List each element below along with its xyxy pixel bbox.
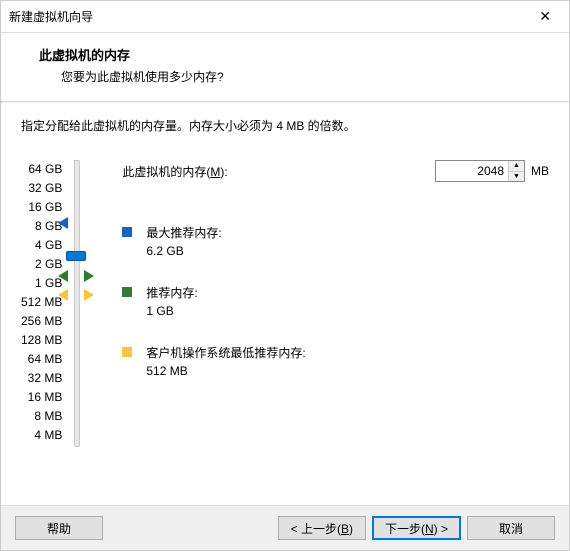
slider-tick: 16 GB [21,198,62,217]
memory-input[interactable] [436,161,508,181]
slider-tick-labels: 64 GB32 GB16 GB8 GB4 GB2 GB1 GB512 MB256… [21,160,62,445]
min-marker-icon [58,289,68,301]
help-button[interactable]: 帮助 [15,516,103,540]
memory-label: 此虚拟机的内存(M): [122,163,435,180]
legend-rec: 推荐内存: 1 GB [122,284,549,320]
instruction-text: 指定分配给此虚拟机的内存量。内存大小必须为 4 MB 的倍数。 [21,117,549,134]
rec-marker-icon [58,270,68,282]
memory-slider[interactable] [68,160,84,445]
slider-tick: 4 GB [21,236,62,255]
back-button[interactable]: < 上一步(B) [278,516,366,540]
memory-unit: MB [531,164,549,178]
slider-tick: 64 MB [21,350,62,369]
slider-thumb[interactable] [66,251,86,261]
legend-max-value: 6.2 GB [146,242,221,260]
legend-max: 最大推荐内存: 6.2 GB [122,224,549,260]
memory-spinner[interactable]: ▲ ▼ [435,160,525,182]
min-marker-right-icon [84,289,94,301]
square-green-icon [122,287,132,297]
close-icon[interactable]: ✕ [533,8,557,25]
wizard-body: 指定分配给此虚拟机的内存量。内存大小必须为 4 MB 的倍数。 64 GB32 … [1,103,569,445]
slider-tick: 4 MB [21,426,62,445]
square-yellow-icon [122,347,132,357]
spinner-up-icon[interactable]: ▲ [509,161,524,172]
legend-min-value: 512 MB [146,362,305,380]
memory-input-row: 此虚拟机的内存(M): ▲ ▼ MB [122,160,549,182]
slider-tick: 128 MB [21,331,62,350]
spinner-down-icon[interactable]: ▼ [509,172,524,182]
slider-tick: 8 GB [21,217,62,236]
slider-tick: 2 GB [21,255,62,274]
slider-tick: 512 MB [21,293,62,312]
slider-tick: 8 MB [21,407,62,426]
legend-rec-value: 1 GB [146,302,197,320]
legend-max-label: 最大推荐内存: [146,226,221,240]
titlebar: 新建虚拟机向导 ✕ [1,1,569,33]
slider-tick: 256 MB [21,312,62,331]
slider-tick: 16 MB [21,388,62,407]
memory-slider-column: 64 GB32 GB16 GB8 GB4 GB2 GB1 GB512 MB256… [21,160,84,445]
legend-min: 客户机操作系统最低推荐内存: 512 MB [122,344,549,380]
legend-min-label: 客户机操作系统最低推荐内存: [146,346,305,360]
slider-tick: 32 GB [21,179,62,198]
rec-marker-right-icon [84,270,94,282]
next-button[interactable]: 下一步(N) > [372,516,461,540]
legend-rec-label: 推荐内存: [146,286,197,300]
slider-tick: 1 GB [21,274,62,293]
window-title: 新建虚拟机向导 [9,8,93,25]
cancel-button[interactable]: 取消 [467,516,555,540]
slider-tick: 32 MB [21,369,62,388]
page-subtitle: 您要为此虚拟机使用多少内存? [39,68,545,85]
square-blue-icon [122,227,132,237]
slider-tick: 64 GB [21,160,62,179]
max-marker-icon [58,217,68,229]
page-title: 此虚拟机的内存 [39,45,545,64]
wizard-footer: 帮助 < 上一步(B) 下一步(N) > 取消 [1,505,569,550]
wizard-header: 此虚拟机的内存 您要为此虚拟机使用多少内存? [1,33,569,101]
